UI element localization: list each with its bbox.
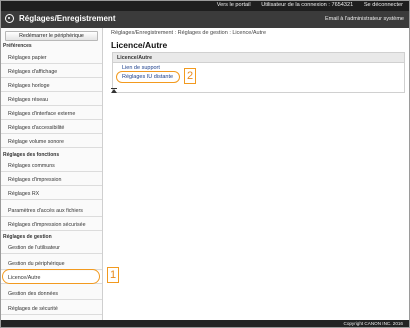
sidebar-item-volume[interactable]: Réglage volume sonore	[1, 135, 102, 148]
callout-oval-1	[2, 269, 100, 284]
panel-title: Licence/Autre	[117, 55, 153, 61]
panel-header: Licence/Autre	[113, 53, 404, 63]
sidebar-item-secure-print[interactable]: Réglages d'impression sécurisée	[1, 218, 102, 231]
arrow-to-top-icon[interactable]	[111, 88, 117, 93]
callout-oval-2	[116, 71, 180, 83]
breadcrumb: Réglages/Enregistrement : Réglages de ge…	[111, 30, 267, 36]
callout-number-1: 1	[107, 267, 119, 283]
sidebar-item-accessibility[interactable]: Réglages d'accessibilité	[1, 121, 102, 134]
top-bar: Vers le portail Utilisateur de la connex…	[1, 1, 409, 11]
sidebar-item-rx[interactable]: Réglages RX	[1, 187, 102, 200]
sidebar-item-external-interface[interactable]: Réglages d'interface externe	[1, 107, 102, 120]
canon-settings-icon	[5, 14, 14, 23]
section-functions: Réglages des fonctions	[3, 152, 60, 158]
callout-number-2: 2	[184, 68, 196, 84]
section-management: Réglages de gestion	[3, 234, 52, 240]
sidebar-item-network[interactable]: Réglages réseau	[1, 93, 102, 106]
restart-device-button[interactable]: Redémarrer le périphérique	[5, 31, 98, 41]
page-title: Licence/Autre	[111, 40, 168, 50]
sidebar-item-security[interactable]: Réglages de sécurité	[1, 302, 102, 315]
section-preferences: Préférences	[3, 43, 32, 49]
portal-link[interactable]: Vers le portail	[217, 2, 251, 8]
sidebar-item-paper[interactable]: Réglages papier	[1, 51, 102, 64]
footer: Copyright CANON INC. 2016	[1, 320, 409, 327]
sidebar-item-file-access[interactable]: Paramètres d'accès aux fichiers	[1, 204, 102, 217]
logout-link[interactable]: Se déconnecter	[364, 2, 403, 8]
browser-page: Vers le portail Utilisateur de la connex…	[0, 0, 410, 328]
login-user-label: Utilisateur de la connexion : 7654321	[261, 2, 354, 8]
sidebar-item-common[interactable]: Réglages communs	[1, 159, 102, 172]
sidebar-item-display[interactable]: Réglages d'affichage	[1, 65, 102, 78]
sidebar-item-user-management[interactable]: Gestion de l'utilisateur	[1, 241, 102, 254]
copyright-text: Copyright CANON INC. 2016	[343, 321, 404, 326]
sidebar-item-printer[interactable]: Réglages d'impression	[1, 173, 102, 186]
email-admin-link[interactable]: Email à l'administrateur système	[325, 16, 404, 22]
header: Réglages/Enregistrement Email à l'admini…	[1, 11, 409, 28]
sidebar-item-clock[interactable]: Réglages horloge	[1, 79, 102, 92]
sidebar-item-data-management[interactable]: Gestion des données	[1, 287, 102, 300]
app-title: Réglages/Enregistrement	[19, 14, 116, 23]
